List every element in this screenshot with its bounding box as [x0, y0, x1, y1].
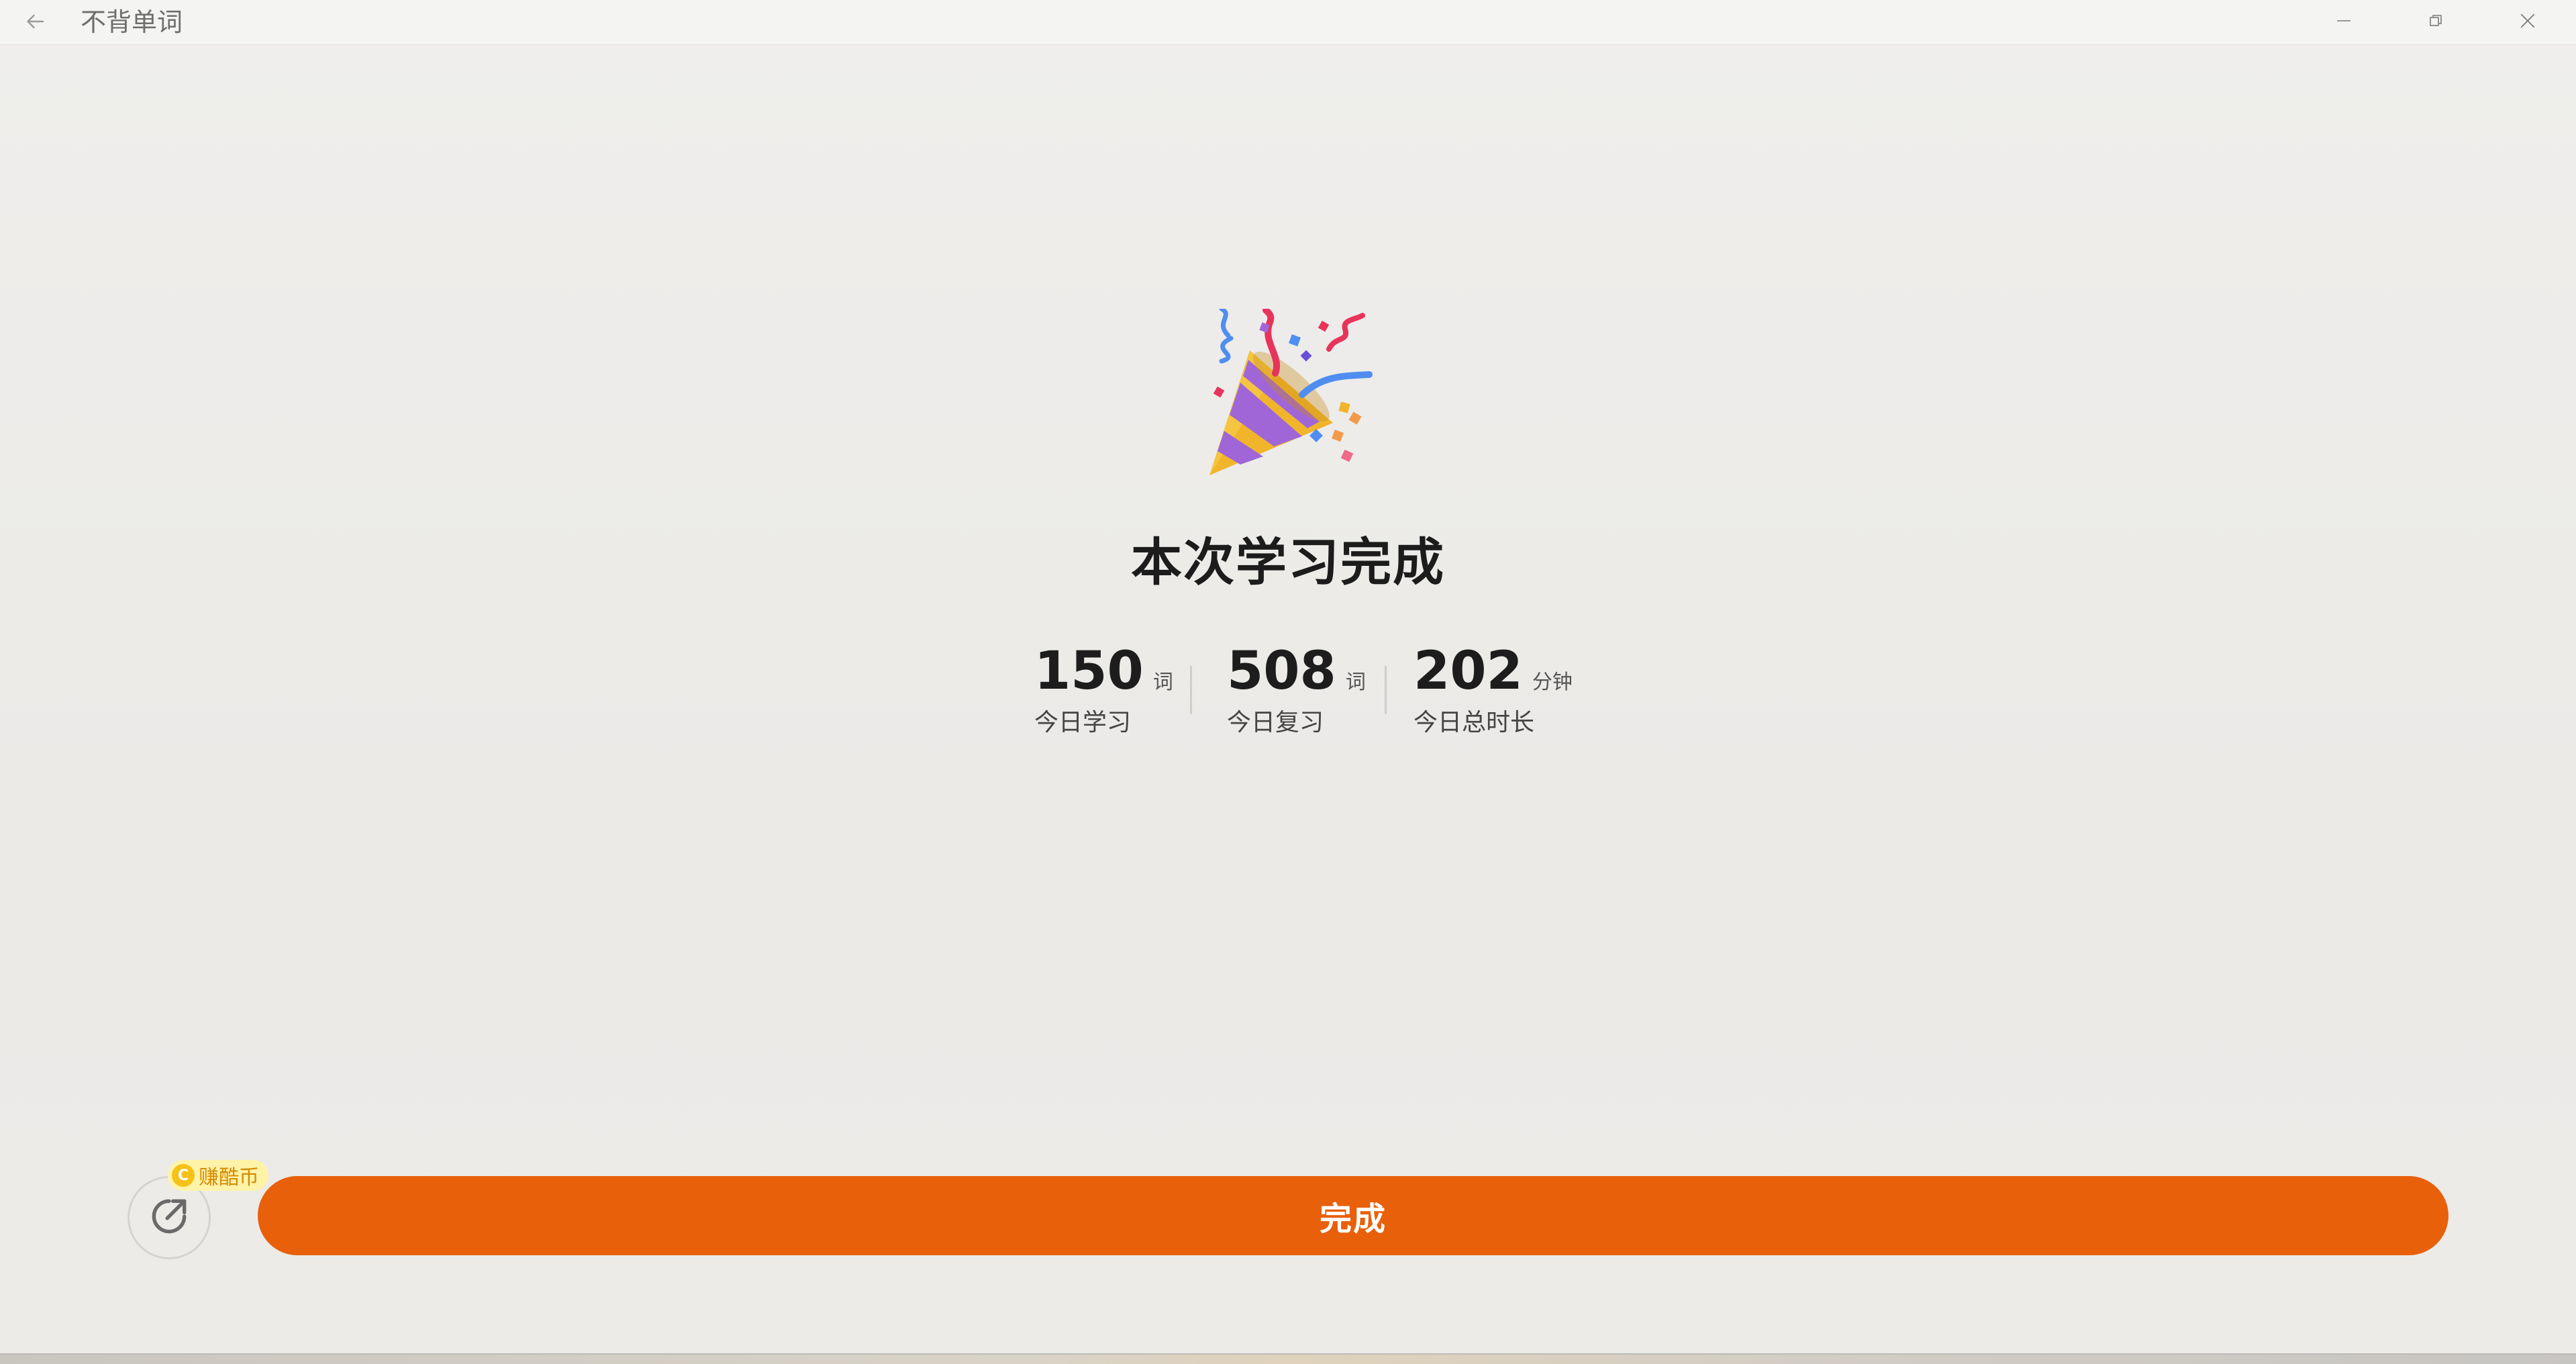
close-icon	[2519, 12, 2536, 32]
app-title: 不背单词	[81, 7, 183, 37]
stat-value: 150	[1034, 641, 1144, 701]
earn-coins-label: 赚酷币	[199, 1166, 259, 1189]
done-button-label: 完成	[1319, 1200, 1387, 1238]
stat-value: 202	[1414, 641, 1523, 701]
minimize-button[interactable]	[2307, 0, 2381, 44]
stat-reviewed: 508 词 今日复习	[1227, 638, 1366, 740]
minimize-icon	[2336, 13, 2352, 32]
stat-unit: 词	[1152, 671, 1173, 694]
stat-learned: 150 词 今日学习	[1034, 638, 1173, 740]
back-button[interactable]	[17, 5, 52, 40]
stat-label: 今日学习	[1034, 709, 1132, 736]
stat-value: 508	[1227, 641, 1336, 701]
stats-row: 150 词 今日学习 508 词 今日复习 202 分钟 今日总时长	[0, 638, 2576, 745]
share-icon	[146, 1194, 192, 1242]
stat-unit: 分钟	[1532, 671, 1573, 694]
stat-label: 今日复习	[1227, 709, 1324, 736]
done-button[interactable]: 完成	[258, 1176, 2448, 1255]
restore-icon	[2428, 13, 2444, 32]
close-button[interactable]	[2491, 0, 2565, 44]
title-bar: 不背单词	[0, 0, 2576, 45]
stat-divider	[1385, 666, 1387, 714]
earn-coins-badge[interactable]: C 赚酷币	[168, 1160, 268, 1191]
stat-unit: 词	[1345, 671, 1366, 694]
party-popper-icon	[1201, 306, 1376, 483]
stat-label: 今日总时长	[1414, 709, 1535, 736]
arrow-left-icon	[23, 9, 47, 36]
completion-title: 本次学习完成	[1131, 532, 1445, 592]
app-window: 不背单词 本次学习完成 150 词 今日学习 508 词 今日复习 202 分钟…	[0, 0, 2576, 1364]
stat-total-time: 202 分钟 今日总时长	[1414, 638, 1573, 740]
window-bottom-edge	[0, 1353, 2576, 1364]
stat-divider	[1190, 666, 1192, 714]
coin-icon: C	[172, 1164, 195, 1187]
restore-button[interactable]	[2399, 0, 2473, 44]
